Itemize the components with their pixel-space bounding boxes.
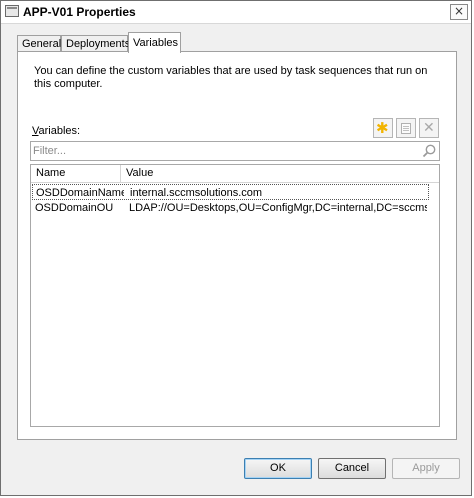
new-variable-button[interactable]: ✱ xyxy=(373,118,393,138)
window-icon xyxy=(5,5,19,17)
variable-properties-button[interactable] xyxy=(396,118,416,138)
search-icon[interactable] xyxy=(421,143,437,159)
filter-input[interactable] xyxy=(33,143,413,159)
delete-x-icon: ✕ xyxy=(423,120,435,136)
variable-name: OSDDomainOU xyxy=(35,202,114,214)
column-header-value[interactable]: Value xyxy=(121,165,439,182)
properties-dialog: APP-V01 Properties × General Deployments… xyxy=(0,0,472,496)
variables-list[interactable]: Name Value OSDDomainName internal.sccmso… xyxy=(30,164,440,427)
tab-deployments[interactable]: Deployments xyxy=(61,35,130,52)
delete-variable-button[interactable]: ✕ xyxy=(419,118,439,138)
list-item[interactable]: OSDDomainName internal.sccmsolutions.com xyxy=(32,184,429,200)
variable-value: LDAP://OU=Desktops,OU=ConfigMgr,DC=inter… xyxy=(129,202,427,214)
column-header-name[interactable]: Name xyxy=(31,165,121,182)
apply-button[interactable]: Apply xyxy=(392,458,460,479)
properties-icon xyxy=(401,123,411,134)
new-star-icon: ✱ xyxy=(376,119,389,137)
variables-label: Variables: xyxy=(32,125,80,137)
variables-label-text: ariables: xyxy=(38,125,81,137)
variable-value: internal.sccmsolutions.com xyxy=(130,187,263,199)
list-item[interactable]: OSDDomainOU LDAP://OU=Desktops,OU=Config… xyxy=(32,200,429,216)
tab-general[interactable]: General xyxy=(17,35,61,52)
list-header: Name Value xyxy=(31,165,439,183)
variables-panel: You can define the custom variables that… xyxy=(17,51,457,440)
description-text: You can define the custom variables that… xyxy=(34,65,428,90)
close-button[interactable]: × xyxy=(450,4,468,20)
filter-box[interactable] xyxy=(30,141,440,161)
window-title: APP-V01 Properties xyxy=(23,5,136,19)
cancel-button[interactable]: Cancel xyxy=(318,458,386,479)
variable-name: OSDDomainName xyxy=(36,187,124,199)
ok-button[interactable]: OK xyxy=(244,458,312,479)
title-bar[interactable]: APP-V01 Properties × xyxy=(1,1,471,24)
tab-variables[interactable]: Variables xyxy=(128,32,181,53)
